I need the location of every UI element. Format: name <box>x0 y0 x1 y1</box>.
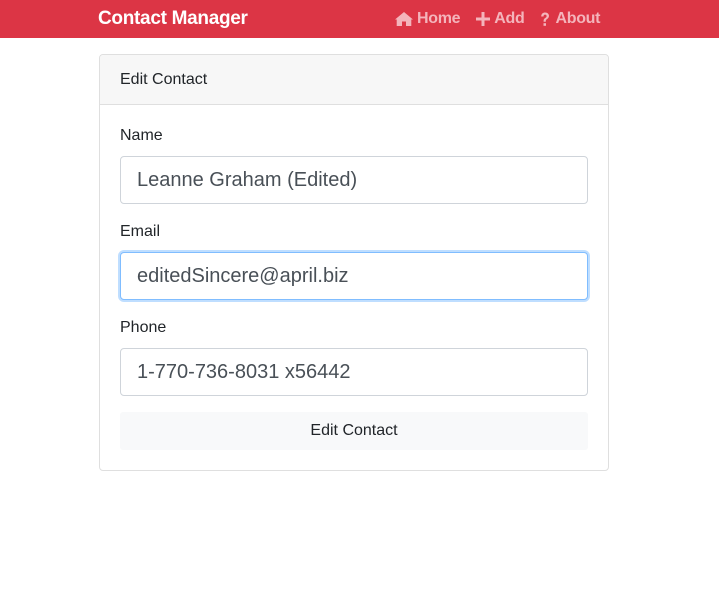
phone-label: Phone <box>120 319 167 336</box>
edit-contact-card: Edit Contact Name Email Phone Edit Conta… <box>99 54 609 471</box>
nav-add-link[interactable]: Add <box>476 10 525 28</box>
email-field[interactable] <box>120 252 588 300</box>
name-field[interactable] <box>120 156 588 204</box>
edit-contact-button[interactable]: Edit Contact <box>120 412 588 450</box>
nav-add-label: Add <box>494 10 525 27</box>
phone-field[interactable] <box>120 348 588 396</box>
name-label: Name <box>120 127 163 144</box>
email-label: Email <box>120 223 161 240</box>
navbar: Contact Manager Home Add About <box>0 0 719 38</box>
nav-about-link[interactable]: About <box>540 10 600 28</box>
home-icon <box>395 12 413 26</box>
nav-home-link[interactable]: Home <box>395 10 461 28</box>
brand-link[interactable]: Contact Manager <box>98 0 248 38</box>
nav-home-label: Home <box>417 10 461 27</box>
nav-about-label: About <box>555 10 601 27</box>
card-header: Edit Contact <box>100 55 608 105</box>
nav-links: Home Add About <box>395 0 616 38</box>
question-icon <box>540 12 550 27</box>
plus-icon <box>476 12 491 26</box>
